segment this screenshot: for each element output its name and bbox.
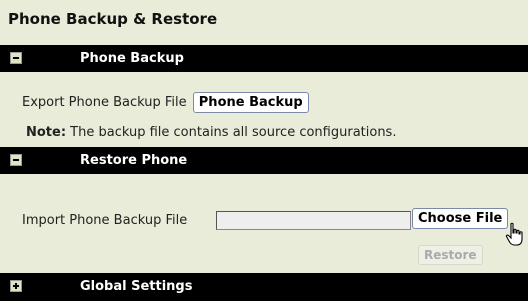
expand-icon[interactable] bbox=[10, 280, 22, 292]
collapse-icon[interactable] bbox=[10, 154, 22, 166]
export-label: Export Phone Backup File bbox=[22, 95, 187, 110]
section-header-global-settings[interactable]: Global Settings bbox=[0, 273, 528, 301]
backup-note: Note: The backup file contains all sourc… bbox=[26, 125, 396, 140]
restore-button[interactable]: Restore bbox=[418, 245, 483, 265]
section-header-restore-phone[interactable]: Restore Phone bbox=[0, 147, 528, 174]
phone-backup-button[interactable]: Phone Backup bbox=[192, 92, 309, 113]
collapse-icon[interactable] bbox=[10, 52, 22, 64]
export-row: Export Phone Backup File Phone Backup bbox=[22, 92, 309, 113]
note-label: Note: bbox=[26, 125, 67, 140]
section-title-phone-backup: Phone Backup bbox=[80, 51, 184, 66]
file-path-input[interactable] bbox=[216, 211, 411, 230]
note-text: The backup file contains all source conf… bbox=[66, 125, 397, 140]
choose-file-button[interactable]: Choose File bbox=[412, 208, 509, 229]
section-title-global-settings: Global Settings bbox=[80, 279, 193, 294]
section-title-restore-phone: Restore Phone bbox=[80, 153, 188, 168]
section-header-phone-backup[interactable]: Phone Backup bbox=[0, 45, 528, 72]
import-label: Import Phone Backup File bbox=[22, 213, 188, 228]
hand-pointer-cursor-icon bbox=[505, 222, 523, 246]
page-title: Phone Backup & Restore bbox=[0, 0, 528, 38]
